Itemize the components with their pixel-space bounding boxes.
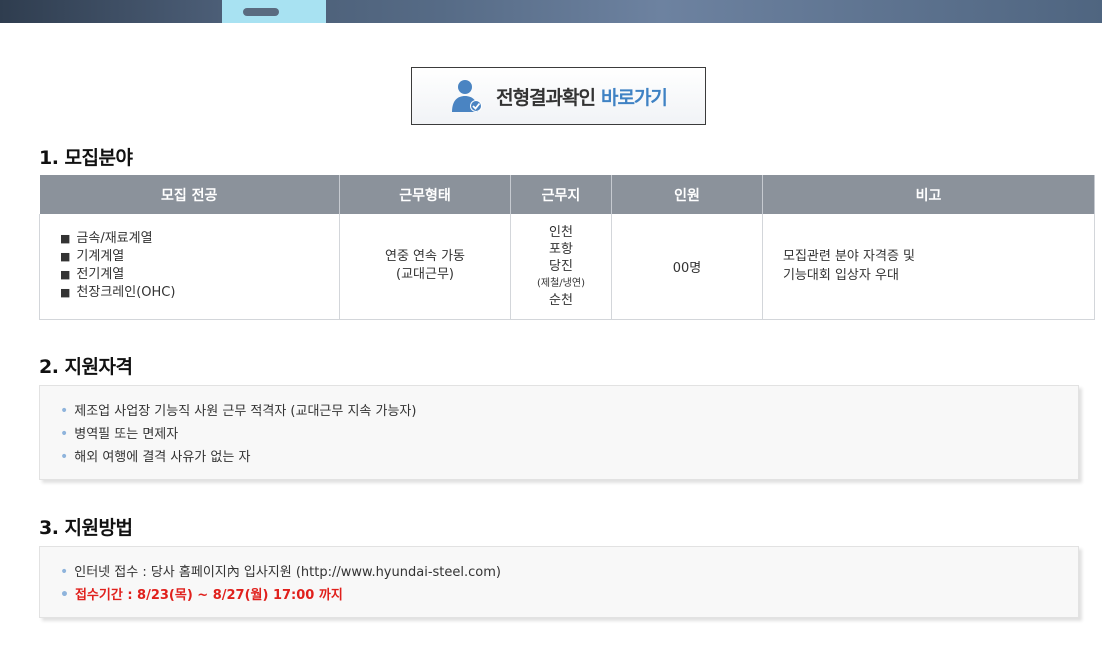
- cell-majors: 금속/재료계열 기계계열 전기계열 천장크레인(OHC): [39, 214, 340, 320]
- tab-grip-icon: [243, 8, 279, 16]
- location-item: 당진: [549, 258, 573, 274]
- header-work-type: 근무형태: [339, 175, 511, 214]
- qualification-text: 병역필 또는 면제자: [74, 427, 179, 442]
- bullet-icon: •: [60, 403, 69, 419]
- shortcut-label: 바로가기: [600, 86, 668, 109]
- location-item: (제철/냉연): [537, 277, 585, 289]
- recruit-table: 모집 전공 근무형태 근무지 인원 비고 금속/재료계열 기계계열 전기계열 천…: [39, 175, 1095, 320]
- list-item: • 접수기간 : 8/23(목) ~ 8/27(월) 17:00 까지: [60, 584, 1058, 607]
- cell-locations: 인천 포항 당진 (제철/냉연) 순천: [510, 214, 612, 320]
- header-headcount: 인원: [611, 175, 763, 214]
- list-item: • 해외 여행에 결격 사유가 없는 자: [60, 446, 1058, 469]
- list-item: • 인터넷 접수 : 당사 홈페이지內 입사지원 (http://www.hyun…: [60, 561, 1058, 584]
- work-type-line: 연중 연속 가동: [384, 249, 466, 265]
- deadline-text: 접수기간 : 8/23(목) ~ 8/27(월) 17:00 까지: [74, 588, 343, 603]
- section-title-recruit: 1. 모집분야: [39, 147, 133, 169]
- list-item: • 제조업 사업장 기능직 사원 근무 적격자 (교대근무 지속 가능자): [60, 400, 1058, 423]
- cell-work-type: 연중 연속 가동 (교대근무): [339, 214, 511, 320]
- qualification-box: • 제조업 사업장 기능직 사원 근무 적격자 (교대근무 지속 가능자) • 병역…: [39, 385, 1079, 480]
- tab-strip-left: [0, 0, 222, 23]
- section-title-qualify: 2. 지원자격: [39, 356, 133, 378]
- list-item: • 병역필 또는 면제자: [60, 423, 1058, 446]
- person-check-icon: [452, 80, 483, 112]
- bullet-icon: •: [60, 449, 69, 465]
- note-line: 모집관련 분야 자격증 및: [783, 249, 915, 265]
- header-location: 근무지: [510, 175, 612, 214]
- bullet-icon: •: [60, 426, 69, 442]
- location-item: 포항: [549, 241, 573, 257]
- check-result-button[interactable]: 전형결과확인 바로가기: [411, 67, 706, 125]
- method-box: • 인터넷 접수 : 당사 홈페이지內 입사지원 (http://www.hyun…: [39, 546, 1079, 618]
- active-tab[interactable]: [222, 0, 326, 23]
- table-row: 금속/재료계열 기계계열 전기계열 천장크레인(OHC) 연중 연속 가동 (교…: [39, 214, 1095, 320]
- qualification-text: 해외 여행에 결격 사유가 없는 자: [74, 450, 251, 465]
- location-item: 인천: [549, 224, 573, 240]
- major-item: 천장크레인(OHC): [60, 284, 339, 302]
- table-header-row: 모집 전공 근무형태 근무지 인원 비고: [39, 175, 1095, 214]
- cell-notes: 모집관련 분야 자격증 및 기능대회 입상자 우대: [762, 214, 1095, 320]
- method-text: 인터넷 접수 : 당사 홈페이지內 입사지원 (http://www.hyund…: [74, 565, 501, 580]
- header-major: 모집 전공: [39, 175, 340, 214]
- major-item: 전기계열: [60, 266, 339, 284]
- bullet-icon: •: [60, 587, 69, 603]
- check-result-label: 전형결과확인: [496, 86, 596, 109]
- major-item: 금속/재료계열: [60, 230, 339, 248]
- browser-tab-strip: [0, 0, 1102, 23]
- location-item: 순천: [549, 292, 573, 308]
- major-item: 기계계열: [60, 248, 339, 266]
- section-title-method: 3. 지원방법: [39, 517, 133, 539]
- work-type-line: (교대근무): [396, 267, 454, 283]
- bullet-icon: •: [60, 564, 69, 580]
- header-notes: 비고: [762, 175, 1095, 214]
- note-line: 기능대회 입상자 우대: [783, 268, 899, 284]
- qualification-text: 제조업 사업장 기능직 사원 근무 적격자 (교대근무 지속 가능자): [74, 404, 417, 419]
- cell-headcount: 00명: [611, 214, 763, 320]
